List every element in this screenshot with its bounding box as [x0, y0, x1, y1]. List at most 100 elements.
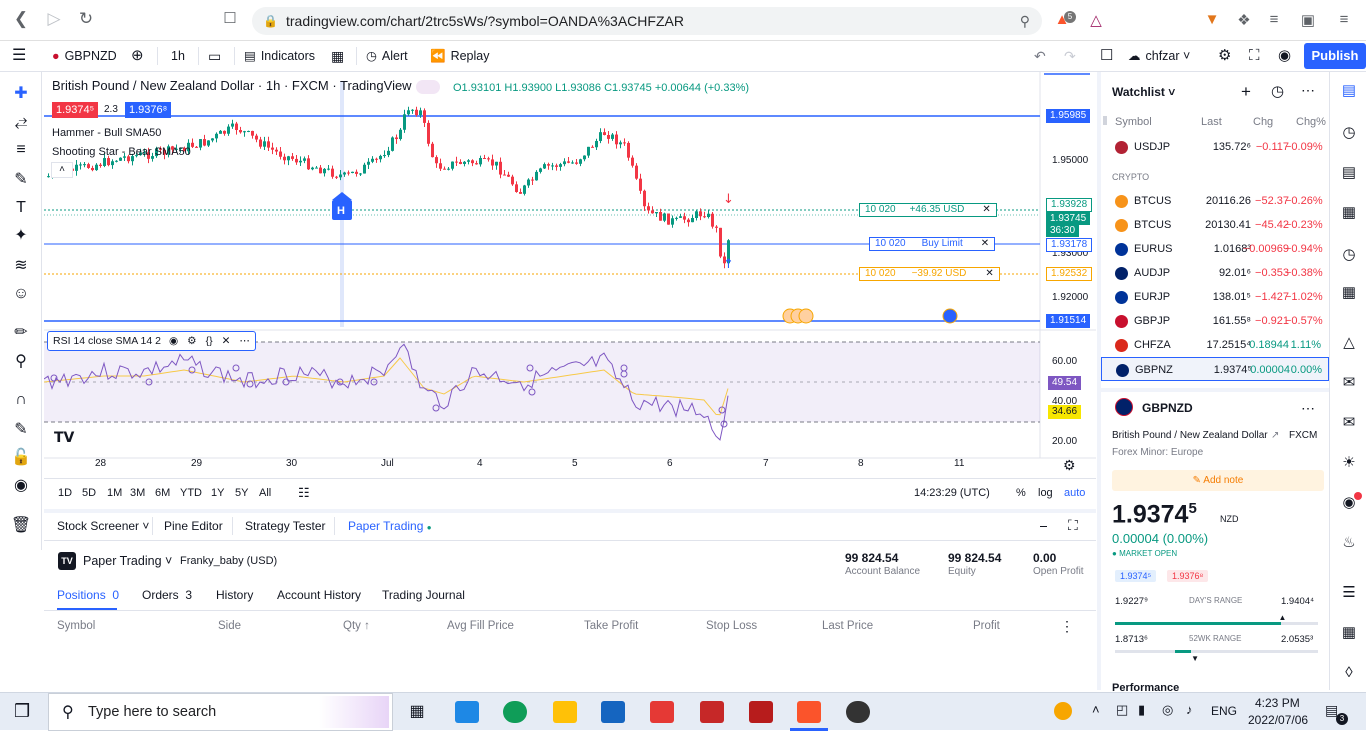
- ruler-icon[interactable]: ✏: [9, 321, 33, 345]
- source-code-icon[interactable]: {}: [206, 335, 213, 347]
- crosshair-icon[interactable]: ✚: [9, 82, 33, 106]
- calendar-icon[interactable]: ◷: [1338, 244, 1360, 266]
- collapse-legend-icon[interactable]: ˄: [51, 162, 73, 178]
- trash-icon[interactable]: 🗑: [9, 514, 33, 538]
- buy-button[interactable]: 1.9376⁸: [125, 102, 172, 118]
- magnet-icon[interactable]: ∩: [9, 388, 33, 412]
- watchlist-row[interactable]: BTCUS 20130.41 −45.42 −0.23%: [1101, 213, 1329, 237]
- app-icon[interactable]: [700, 701, 724, 723]
- grid-icon[interactable]: ▦: [1338, 622, 1360, 644]
- more-icon[interactable]: ⋯: [1301, 82, 1315, 99]
- col-qty[interactable]: Qty ↑: [343, 620, 370, 632]
- close-icon[interactable]: ✕: [982, 204, 990, 216]
- media-icon[interactable]: [846, 701, 870, 723]
- take-profit-order[interactable]: 10 020 +46.35 USD ✕: [859, 203, 997, 217]
- subtab-history[interactable]: History: [216, 588, 253, 602]
- range-3m[interactable]: 3M: [130, 487, 145, 499]
- watchlist-icon[interactable]: ▤: [1338, 80, 1360, 102]
- network-icon[interactable]: ◰: [1116, 702, 1128, 718]
- forward-icon[interactable]: ▷: [42, 9, 66, 29]
- weather-icon[interactable]: [1054, 702, 1072, 720]
- symbol-search-button[interactable]: ● GBPNZD: [52, 41, 117, 71]
- layers-stack-icon[interactable]: ◊: [1338, 662, 1360, 684]
- hamburger-icon[interactable]: ☰: [12, 41, 26, 71]
- more-icon[interactable]: ⋯: [1301, 400, 1315, 417]
- chat-icon[interactable]: ✉: [1338, 372, 1360, 394]
- chart-settings-icon[interactable]: ⚙: [1063, 457, 1076, 474]
- rsi-legend[interactable]: RSI 14 close SMA 14 2 ◉ ⚙ {} ✕ ⋯: [47, 331, 256, 351]
- messages-icon[interactable]: ✉: [1338, 412, 1360, 434]
- watchlist-row[interactable]: GBPJP 161.55⁸ −0.921 −0.57%: [1101, 309, 1329, 333]
- store-icon[interactable]: [601, 701, 625, 723]
- external-link-icon[interactable]: ↗: [1271, 430, 1279, 441]
- range-ytd[interactable]: YTD: [180, 487, 202, 499]
- col-symbol[interactable]: Symbol: [1115, 116, 1152, 128]
- dom-icon[interactable]: ☰: [1338, 582, 1360, 604]
- taskbar-search[interactable]: ⚲ Type here to search: [48, 693, 393, 731]
- auto-toggle[interactable]: auto: [1064, 487, 1085, 499]
- alert-button[interactable]: ◷ Alert: [366, 41, 408, 71]
- address-bar[interactable]: 🔒 tradingview.com/chart/2trc5sWs/?symbol…: [252, 7, 1042, 35]
- range-5y[interactable]: 5Y: [235, 487, 248, 499]
- data-window-icon[interactable]: ▤: [1338, 162, 1360, 184]
- col-symbol[interactable]: Symbol: [57, 620, 95, 632]
- market-status-icon[interactable]: [416, 80, 440, 94]
- buy-limit-order[interactable]: 10 020 Buy Limit ✕: [869, 237, 996, 251]
- wallet-icon[interactable]: ▣: [1298, 11, 1318, 29]
- reader-icon[interactable]: [650, 701, 674, 723]
- mcafee-icon[interactable]: [749, 701, 773, 723]
- undo-icon[interactable]: ↶: [1034, 41, 1046, 71]
- col-chgp[interactable]: Chg%: [1296, 116, 1326, 128]
- watchlist-title[interactable]: Watchlist ˅: [1112, 85, 1175, 99]
- add-symbol-icon[interactable]: +: [1241, 82, 1251, 102]
- add-note-button[interactable]: ✎ Add note: [1112, 470, 1324, 491]
- clock-date[interactable]: 2022/07/06: [1248, 713, 1308, 727]
- sell-button[interactable]: 1.9374⁵: [52, 102, 99, 118]
- hammer-marker[interactable]: H: [337, 205, 345, 217]
- close-icon[interactable]: ✕: [985, 268, 993, 280]
- redo-icon[interactable]: ↷: [1064, 41, 1076, 71]
- maximize-icon[interactable]: ⛶: [1068, 517, 1078, 534]
- lock-drawings-icon[interactable]: ✎: [9, 418, 33, 442]
- lock-icon[interactable]: 🔓: [9, 446, 33, 470]
- back-icon[interactable]: ❮: [9, 9, 33, 29]
- tab-pine-editor[interactable]: Pine Editor: [164, 519, 223, 533]
- wifi-icon[interactable]: ◎: [1162, 702, 1173, 718]
- col-chg[interactable]: Chg: [1253, 116, 1273, 128]
- ideas-icon[interactable]: △: [1338, 332, 1360, 354]
- indicator-shooting-star[interactable]: Shooting Star - Bear SMA50: [52, 146, 191, 158]
- minimize-icon[interactable]: ⎯: [1040, 517, 1047, 534]
- layout-name-button[interactable]: ☁ chfzar ˅: [1128, 41, 1190, 71]
- brave-rewards-icon[interactable]: △: [1086, 11, 1106, 29]
- task-view-icon[interactable]: ▦: [405, 701, 429, 723]
- eye-icon[interactable]: ◉: [169, 335, 178, 347]
- subtab-positions[interactable]: Positions 0: [57, 588, 119, 602]
- indicator-hammer[interactable]: Hammer - Bull SMA50: [52, 127, 161, 139]
- alerts-clock-icon[interactable]: ◷: [1338, 122, 1360, 144]
- tab-paper-trading[interactable]: Paper Trading ●: [348, 519, 432, 533]
- brave-icon[interactable]: [797, 701, 821, 723]
- watchlist-row[interactable]: USDJP 135.72⁶ −0.117 −0.09%: [1101, 135, 1329, 159]
- edge-icon[interactable]: [503, 701, 527, 723]
- snapshot-icon[interactable]: ◉: [1278, 41, 1291, 71]
- bell-icon[interactable]: ♨: [1338, 532, 1360, 554]
- detail-name[interactable]: British Pound / New Zealand Dollar: [1112, 430, 1268, 441]
- hotlist-icon[interactable]: ▦: [1338, 202, 1360, 224]
- indicators-button[interactable]: ▤ Indicators: [244, 41, 315, 71]
- tab-stock-screener[interactable]: Stock Screener ˅: [57, 519, 149, 533]
- tab-strategy-tester[interactable]: Strategy Tester: [245, 519, 325, 533]
- clock-label[interactable]: 14:23:29 (UTC): [914, 487, 990, 499]
- range-all[interactable]: All: [259, 487, 271, 499]
- mail-icon[interactable]: [455, 701, 479, 723]
- watchlist-row[interactable]: EURUS 1.0168³ −0.00969 −0.94%: [1101, 237, 1329, 261]
- watchlist-row[interactable]: BTCUS 20116.26 −52.37 −0.26%: [1101, 189, 1329, 213]
- zoom-in-icon[interactable]: ⚲: [9, 350, 33, 374]
- range-6m[interactable]: 6M: [155, 487, 170, 499]
- file-explorer-icon[interactable]: [553, 701, 577, 723]
- bookmark-icon[interactable]: ☐: [218, 9, 242, 27]
- brush-icon[interactable]: ✎: [9, 168, 33, 192]
- trendline-icon[interactable]: ⥄: [9, 110, 33, 134]
- fib-icon[interactable]: ≡: [9, 138, 33, 162]
- chevron-up-icon[interactable]: ˄: [1092, 702, 1100, 717]
- range-5d[interactable]: 5D: [82, 487, 96, 499]
